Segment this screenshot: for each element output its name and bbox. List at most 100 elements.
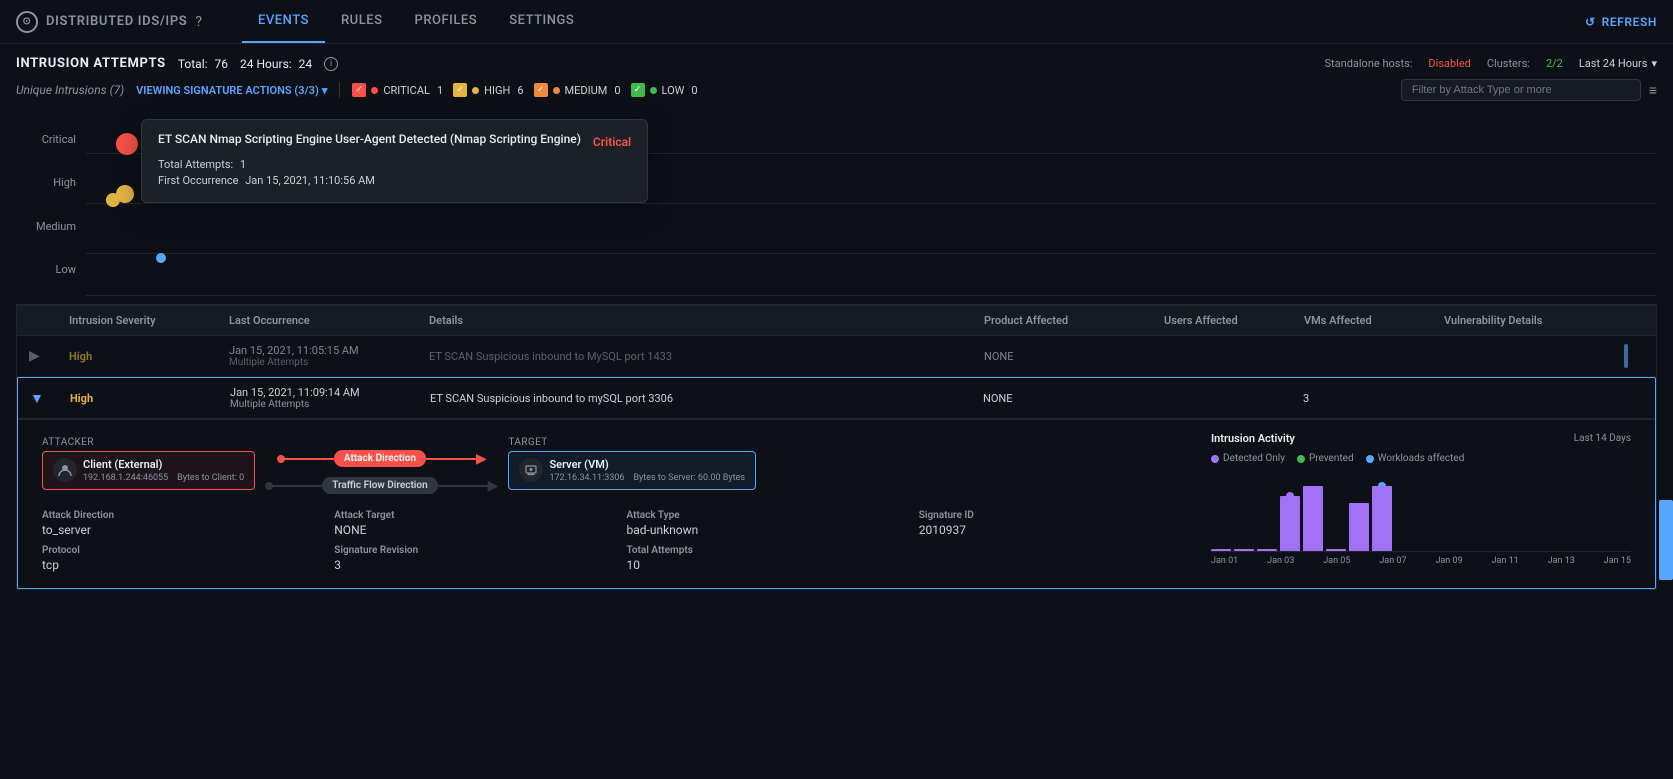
nav-tabs: EVENTS RULES PROFILES SETTINGS [242,0,590,43]
col-actions [1624,314,1644,327]
legend-prevented: Prevented [1297,453,1354,464]
traffic-bar-1 [272,485,322,487]
critical-chip[interactable]: ✓ CRITICAL 1 [352,83,443,97]
tab-rules[interactable]: RULES [325,0,399,43]
scatter-chart: Critical High Medium Low ET SCAN Nm [16,105,1657,305]
medium-label: MEDIUM [565,84,608,97]
tab-settings[interactable]: SETTINGS [493,0,590,43]
refresh-button[interactable]: ↺ REFRESH [1585,15,1657,29]
header-right: Standalone hosts: Disabled Clusters: 2/2… [1325,57,1658,70]
date-jan13: Jan 13 [1548,556,1575,566]
section-info-icon[interactable]: i [324,57,338,71]
chevron-down-icon-2: ▾ [322,84,328,97]
bar-1 [1211,549,1231,551]
attacker-name: Client (External) [83,458,244,471]
clusters-label: Clusters: [1487,57,1530,70]
expanded-row-header[interactable]: ▼ High Jan 15, 2021, 11:09:14 AM Multipl… [18,378,1655,419]
activity-bars [1211,472,1631,552]
date-jan03: Jan 03 [1267,556,1294,566]
col-vuln: Vulnerability Details [1444,314,1624,327]
legend-workloads: Workloads affected [1366,453,1465,464]
gridline-2 [86,203,1657,204]
critical-label: CRITICAL [383,84,430,97]
row-severity-high: High [69,350,229,363]
traffic-flow-btn[interactable]: Traffic Flow Direction [322,477,437,494]
critical-dot [371,87,378,94]
vertical-divider [339,82,340,98]
right-scrollbar[interactable] [1659,500,1673,580]
refresh-icon: ↺ [1585,15,1596,29]
gridline-4 [86,295,1657,296]
tooltip-occurrence: First Occurrence Jan 15, 2021, 11:10:56 … [158,174,631,187]
detail-protocol: Protocol tcp [42,545,318,572]
low-checkbox[interactable]: ✓ [631,83,645,97]
activity-legend: Detected Only Prevented Workloads affect… [1211,453,1631,464]
tooltip-severity: Critical [593,135,631,149]
viewing-signature-actions[interactable]: VIEWING SIGNATURE ACTIONS (3/3) ▾ [136,84,327,97]
legend-workloads-dot [1366,455,1374,463]
expanded-details: ET SCAN Suspicious inbound to mySQL port… [430,392,983,405]
high-chip[interactable]: ✓ HIGH 6 [453,83,523,97]
bar-9 [1303,486,1323,551]
tab-profiles[interactable]: PROFILES [399,0,494,43]
medium-dot [553,87,560,94]
low-count: 0 [691,84,697,97]
row-expand-icon[interactable]: ▶ [29,348,69,364]
medium-chip[interactable]: ✓ MEDIUM 0 [534,83,621,97]
col-product: Product Affected [984,314,1164,327]
time-range-dropdown[interactable]: Last 24 Hours ▾ [1579,57,1657,70]
activity-days: Last 14 Days [1574,433,1631,444]
bar-2 [1234,549,1254,551]
detail-attack-direction: Attack Direction to_server [42,510,318,537]
attack-direction-btn[interactable]: Attack Direction [334,450,426,467]
date-jan11: Jan 11 [1492,556,1519,566]
table-row-expanded: ▼ High Jan 15, 2021, 11:09:14 AM Multipl… [17,377,1656,589]
attack-direction-row: Attack Direction ▶ [277,450,487,467]
logo-icon: ⊙ [16,11,38,33]
critical-bubble[interactable] [116,133,138,155]
help-icon[interactable]: ? [195,14,202,30]
activity-header: Intrusion Activity Last 14 Days [1211,432,1631,445]
target-node: Server (VM) 172.16.34.11:3306 Bytes to S… [508,451,756,490]
gridline-3 [86,253,1657,254]
legend-detected-dot [1211,455,1219,463]
date-jan15: Jan 15 [1604,556,1631,566]
details-grid: Attack Direction to_server Attack Target… [42,510,1195,572]
detail-signature-revision: Signature Revision 3 [334,545,610,572]
medium-checkbox[interactable]: ✓ [534,83,548,97]
attack-flow-section: Attacker Client (External) [42,432,1195,572]
traffic-arrow-head: ▶ [488,478,499,494]
row-product: NONE [984,350,1164,363]
target-ip: 172.16.34.11:3306 Bytes to Server: 60.00… [549,473,745,483]
filter-input[interactable] [1401,79,1641,101]
col-vms: VMs Affected [1304,314,1444,327]
filter-row: Unique Intrusions (7) VIEWING SIGNATURE … [16,79,1657,101]
expanded-row-content: Attacker Client (External) [18,419,1655,588]
low-chip[interactable]: ✓ LOW 0 [631,83,698,97]
y-label-high: High [16,176,76,189]
date-jan05: Jan 05 [1323,556,1350,566]
filter-search: ≡ [1401,79,1657,101]
filter-menu-icon[interactable]: ≡ [1649,82,1657,99]
bar-3 [1257,549,1277,551]
tooltip-popup: ET SCAN Nmap Scripting Engine User-Agent… [141,119,648,203]
critical-checkbox[interactable]: ✓ [352,83,366,97]
high-checkbox[interactable]: ✓ [453,83,467,97]
detail-attack-type: Attack Type bad-unknown [627,510,903,537]
row-scrollbar-marker [1624,344,1628,368]
date-jan09: Jan 09 [1435,556,1462,566]
row-collapse-icon[interactable]: ▼ [30,390,70,407]
expanded-product: NONE [983,392,1163,405]
high-bubble-2[interactable] [106,193,120,207]
table-row-collapsed[interactable]: ▶ High Jan 15, 2021, 11:05:15 AM Multipl… [17,336,1656,377]
high-label: HIGH [484,84,510,97]
chevron-down-icon: ▾ [1651,57,1657,70]
critical-count: 1 [437,84,443,97]
attacker-label: Attacker [42,437,255,448]
low-dot-chart[interactable] [156,253,166,263]
target-icon [519,458,543,482]
tab-events[interactable]: EVENTS [242,0,325,43]
hours-stat: 24 Hours: 24 [240,57,312,71]
app-title: DISTRIBUTED IDS/IPS [46,14,187,29]
table-section: Intrusion Severity Last Occurrence Detai… [16,305,1657,590]
